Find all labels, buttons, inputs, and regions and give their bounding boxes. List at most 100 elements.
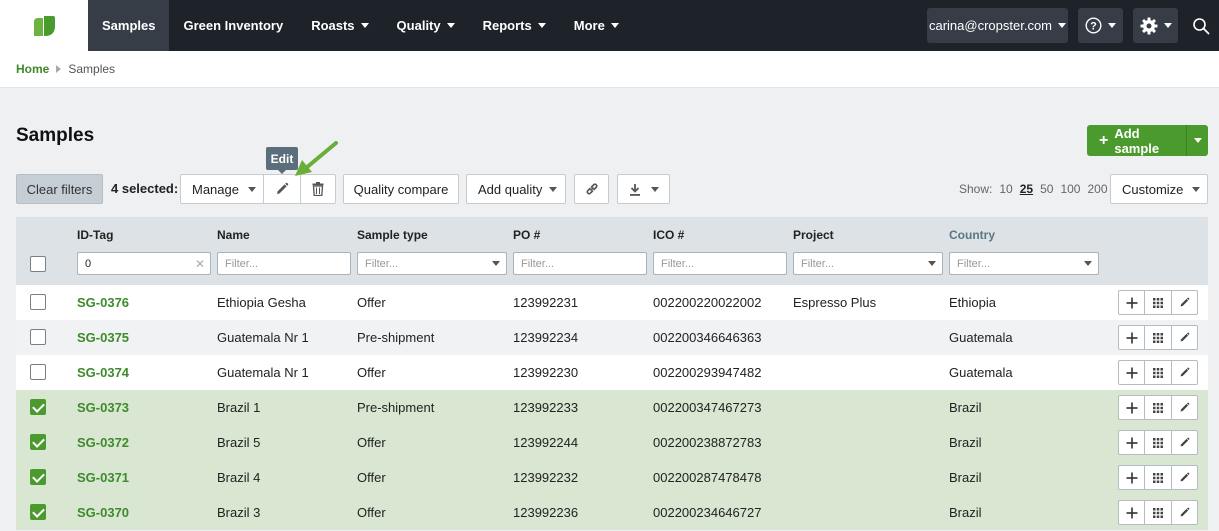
row-checkbox[interactable] — [30, 364, 46, 380]
search-button[interactable] — [1188, 13, 1214, 39]
edit-action-button[interactable] — [1170, 465, 1198, 490]
add-action-button[interactable] — [1118, 500, 1146, 525]
nav-more[interactable]: More — [560, 0, 633, 51]
grid-action-button[interactable] — [1144, 290, 1172, 315]
column-header-country[interactable]: Country — [949, 228, 995, 242]
country-filter-select[interactable]: Filter... — [949, 252, 1099, 275]
edit-action-button[interactable] — [1170, 395, 1198, 420]
edit-action-button[interactable] — [1170, 325, 1198, 350]
add-sample-dropdown-toggle[interactable] — [1186, 125, 1208, 156]
sample-type-filter-select[interactable]: Filter... — [357, 252, 507, 275]
breadcrumb-home-link[interactable]: Home — [16, 62, 49, 76]
settings-menu-button[interactable] — [1133, 8, 1178, 43]
row-checkbox[interactable] — [30, 434, 46, 450]
grid-action-button[interactable] — [1144, 430, 1172, 455]
ico-cell: 002200234646727 — [653, 505, 762, 520]
page-size-option[interactable]: 10 — [999, 182, 1012, 196]
pencil-icon — [1180, 437, 1190, 447]
clear-filters-button[interactable]: Clear filters — [16, 174, 103, 204]
caret-down-icon — [360, 23, 369, 28]
id-tag-link[interactable]: SG-0376 — [77, 295, 129, 310]
row-checkbox[interactable] — [30, 329, 46, 345]
table-row[interactable]: SG-0370 Brazil 3 Offer 123992236 0022002… — [16, 495, 1208, 530]
quality-compare-button[interactable]: Quality compare — [343, 174, 459, 204]
add-action-button[interactable] — [1118, 465, 1146, 490]
grid-action-button[interactable] — [1144, 465, 1172, 490]
caret-down-icon — [1192, 187, 1200, 192]
customize-dropdown[interactable]: Customize — [1110, 174, 1208, 204]
grid-icon — [1152, 402, 1163, 413]
row-checkbox[interactable] — [30, 399, 46, 415]
page-size-option[interactable]: 50 — [1040, 182, 1053, 196]
column-header-id-tag[interactable]: ID-Tag — [77, 228, 113, 242]
nav-samples[interactable]: Samples — [88, 0, 170, 51]
add-action-button[interactable] — [1118, 395, 1146, 420]
add-action-button[interactable] — [1118, 430, 1146, 455]
id-tag-link[interactable]: SG-0373 — [77, 400, 129, 415]
id-tag-link[interactable]: SG-0374 — [77, 365, 129, 380]
table-row[interactable]: SG-0374 Guatemala Nr 1 Offer 123992230 0… — [16, 355, 1208, 390]
column-header-project[interactable]: Project — [793, 228, 834, 242]
grid-action-button[interactable] — [1144, 325, 1172, 350]
add-quality-dropdown[interactable]: Add quality — [466, 174, 566, 204]
id-tag-link[interactable]: SG-0372 — [77, 435, 129, 450]
page-size-option[interactable]: 100 — [1060, 182, 1080, 196]
page-size-option-current[interactable]: 25 — [1020, 182, 1033, 196]
edit-action-button[interactable] — [1170, 290, 1198, 315]
plus-icon — [1126, 367, 1138, 378]
add-action-button[interactable] — [1118, 360, 1146, 385]
nav-quality[interactable]: Quality — [383, 0, 469, 51]
edit-button[interactable] — [263, 174, 301, 204]
edit-action-button[interactable] — [1170, 500, 1198, 525]
column-header-sample-type[interactable]: Sample type — [357, 228, 428, 242]
ico-cell: 002200238872783 — [653, 435, 762, 450]
add-action-button[interactable] — [1118, 290, 1146, 315]
po-filter-input[interactable]: Filter... — [513, 252, 647, 275]
row-actions — [1118, 395, 1198, 420]
edit-action-button[interactable] — [1170, 360, 1198, 385]
clear-filter-icon[interactable]: ✕ — [195, 257, 205, 271]
row-checkbox[interactable] — [30, 294, 46, 310]
id-tag-filter-input[interactable]: 0 ✕ — [77, 252, 211, 275]
add-sample-button[interactable]: + Add sample — [1087, 125, 1208, 156]
id-tag-link[interactable]: SG-0375 — [77, 330, 129, 345]
id-tag-link[interactable]: SG-0371 — [77, 470, 129, 485]
samples-table: ID-Tag Name Sample type PO # ICO # Proje… — [16, 217, 1208, 530]
table-row[interactable]: SG-0375 Guatemala Nr 1 Pre-shipment 1239… — [16, 320, 1208, 355]
plus-icon — [1126, 332, 1138, 343]
download-dropdown[interactable] — [617, 174, 670, 204]
name-filter-input[interactable]: Filter... — [217, 252, 351, 275]
help-menu-button[interactable]: ? — [1078, 8, 1123, 43]
grid-action-button[interactable] — [1144, 395, 1172, 420]
id-tag-link[interactable]: SG-0370 — [77, 505, 129, 520]
table-row[interactable]: SG-0372 Brazil 5 Offer 123992244 0022002… — [16, 425, 1208, 460]
delete-button[interactable] — [300, 174, 336, 204]
row-checkbox[interactable] — [30, 504, 46, 520]
edit-action-button[interactable] — [1170, 430, 1198, 455]
table-row[interactable]: SG-0373 Brazil 1 Pre-shipment 123992233 … — [16, 390, 1208, 425]
grid-action-button[interactable] — [1144, 500, 1172, 525]
manage-dropdown[interactable]: Manage — [180, 174, 264, 204]
grid-action-button[interactable] — [1144, 360, 1172, 385]
column-header-po[interactable]: PO # — [513, 228, 540, 242]
nav-label: Quality — [396, 18, 441, 33]
table-row[interactable]: SG-0371 Brazil 4 Offer 123992232 0022002… — [16, 460, 1208, 495]
nav-green-inventory[interactable]: Green Inventory — [169, 0, 297, 51]
table-row[interactable]: SG-0376 Ethiopia Gesha Offer 123992231 0… — [16, 285, 1208, 320]
po-cell: 123992234 — [513, 330, 579, 345]
row-checkbox[interactable] — [30, 469, 46, 485]
link-button[interactable] — [574, 174, 609, 204]
column-header-ico[interactable]: ICO # — [653, 228, 684, 242]
page-size-option[interactable]: 200 — [1087, 182, 1107, 196]
add-action-button[interactable] — [1118, 325, 1146, 350]
nav-roasts[interactable]: Roasts — [297, 0, 382, 51]
ico-filter-input[interactable]: Filter... — [653, 252, 787, 275]
ico-cell: 002200220022002 — [653, 295, 762, 310]
project-filter-select[interactable]: Filter... — [793, 252, 943, 275]
row-actions — [1118, 325, 1198, 350]
select-all-checkbox[interactable] — [30, 256, 46, 272]
cropster-logo[interactable] — [0, 0, 88, 51]
column-header-name[interactable]: Name — [217, 228, 250, 242]
nav-reports[interactable]: Reports — [469, 0, 560, 51]
user-menu-button[interactable]: carina@cropster.com — [927, 8, 1068, 43]
